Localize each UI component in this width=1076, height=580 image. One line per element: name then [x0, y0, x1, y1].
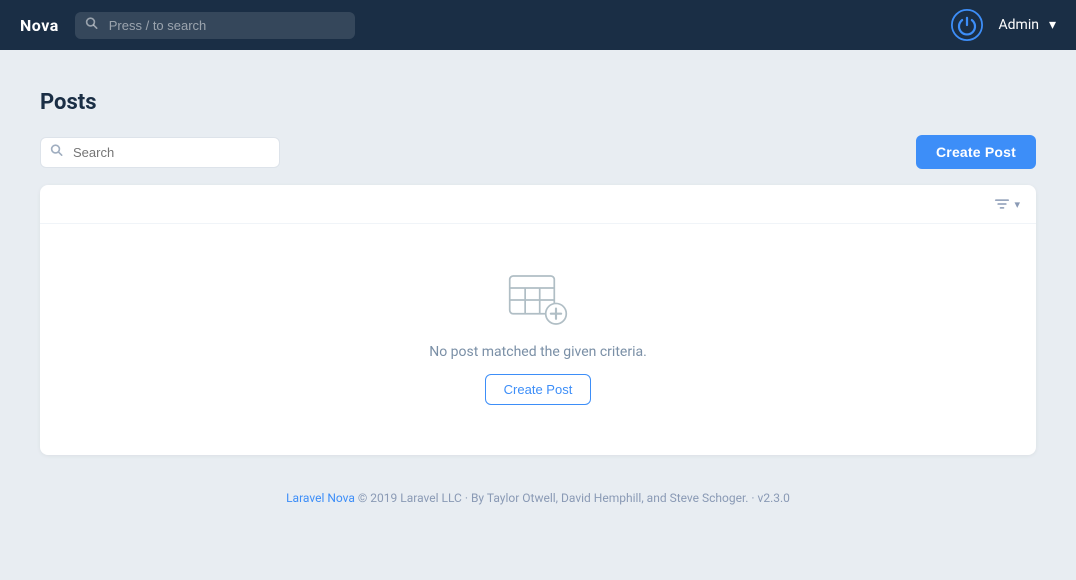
posts-search[interactable]: [40, 137, 280, 168]
app-logo: Nova: [20, 16, 59, 35]
empty-state-message: No post matched the given criteria.: [429, 344, 647, 360]
user-name: Admin: [999, 17, 1039, 33]
global-search[interactable]: [75, 12, 355, 39]
filter-button[interactable]: ▾: [994, 197, 1020, 211]
footer: Laravel Nova © 2019 Laravel LLC · By Tay…: [0, 475, 1076, 521]
empty-state-icon: [508, 274, 568, 330]
filter-icon: [994, 197, 1010, 211]
create-post-button[interactable]: Create Post: [916, 135, 1036, 169]
app-header: Nova Admin ▾: [0, 0, 1076, 50]
table-card-header: ▾: [40, 185, 1036, 224]
footer-copy: © 2019 Laravel LLC · By Taylor Otwell, D…: [358, 491, 790, 505]
global-search-input[interactable]: [75, 12, 355, 39]
nova-power-icon: [951, 9, 983, 41]
posts-table-card: ▾ No post matched the give: [40, 185, 1036, 455]
filter-chevron-icon: ▾: [1014, 198, 1020, 211]
user-menu[interactable]: Admin ▾: [999, 17, 1056, 33]
toolbar: Create Post: [40, 135, 1036, 169]
posts-search-input[interactable]: [40, 137, 280, 168]
main-content: Posts Create Post ▾: [0, 50, 1076, 475]
search-box-icon: [50, 144, 63, 161]
empty-create-post-button[interactable]: Create Post: [485, 374, 592, 405]
laravel-nova-link[interactable]: Laravel Nova: [286, 491, 355, 505]
user-chevron-icon: ▾: [1049, 17, 1056, 33]
page-title: Posts: [40, 90, 1036, 115]
empty-state: No post matched the given criteria. Crea…: [40, 224, 1036, 455]
search-icon: [85, 17, 98, 34]
